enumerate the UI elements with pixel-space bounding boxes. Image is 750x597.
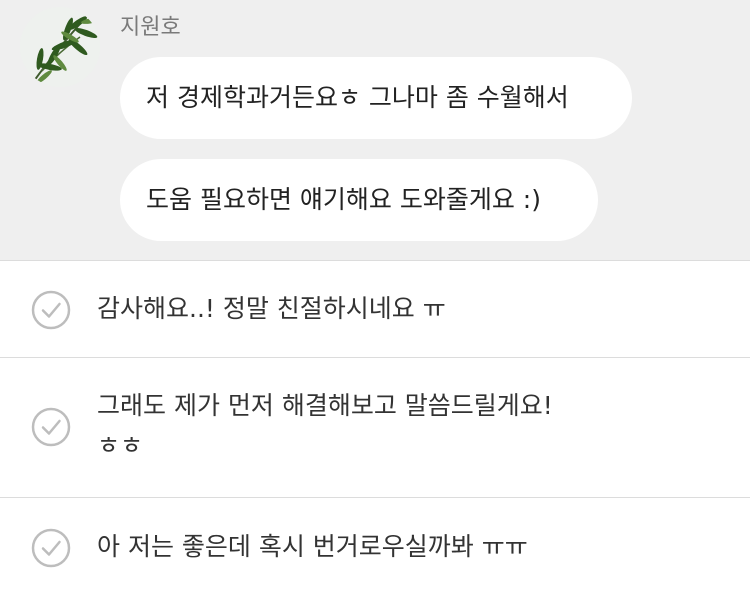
message-bubble: 도움 필요하면 얘기해요 도와줄게요 :) (120, 159, 598, 241)
message-bubble: 저 경제학과거든요ㅎ 그나마 좀 수월해서 (120, 57, 632, 139)
sender-name: 지원호 (120, 15, 181, 40)
check-circle-icon (31, 528, 71, 568)
reply-option[interactable]: 그래도 제가 먼저 해결해보고 말씀드릴게요! ㅎㅎ (0, 357, 750, 497)
reply-option-text: 아 저는 좋은데 혹시 번거로우실까봐 ㅠㅠ (97, 532, 528, 561)
avatar[interactable] (20, 7, 100, 87)
reply-option-text: 감사해요..! 정말 친절하시네요 ㅠ (97, 294, 446, 323)
check-circle-icon (31, 407, 71, 447)
leaf-photo-avatar-icon (20, 7, 100, 87)
reply-option[interactable]: 감사해요..! 정말 친절하시네요 ㅠ (0, 260, 750, 357)
reply-option[interactable]: 아 저는 좋은데 혹시 번거로우실까봐 ㅠㅠ (0, 497, 750, 597)
chat-area: 지원호 저 경제학과거든요ㅎ 그나마 좀 수월해서 도움 필요하면 얘기해요 도… (0, 0, 750, 260)
check-circle-icon (31, 290, 71, 330)
reply-option-text: 그래도 제가 먼저 해결해보고 말씀드릴게요! ㅎㅎ (97, 391, 553, 460)
